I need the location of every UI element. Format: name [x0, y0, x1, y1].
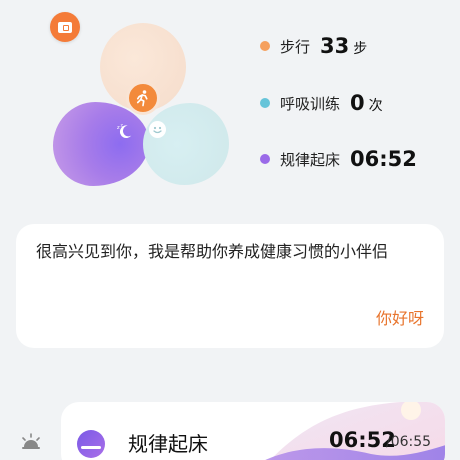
habit-petals-chart[interactable]: z z: [40, 15, 240, 195]
sleep-petal[interactable]: [53, 102, 149, 186]
greeting-reply-button[interactable]: 你好呀: [376, 305, 424, 329]
sunrise-icon: [77, 430, 105, 458]
habit-title: 规律起床: [128, 432, 208, 456]
stat-label: 规律起床: [280, 150, 341, 169]
stat-value: 06:52: [350, 147, 417, 171]
stat-wake[interactable]: 规律起床 06:52: [260, 147, 421, 171]
stat-value: 33: [320, 34, 350, 58]
smile-icon: [149, 121, 166, 138]
breath-dot: [260, 98, 270, 108]
running-icon: [126, 81, 160, 115]
stat-walk[interactable]: 步行 33 步: [260, 34, 367, 58]
greeting-card: 很高兴见到你，我是帮助你养成健康习惯的小伴侣 你好呀: [16, 224, 444, 348]
svg-text:z: z: [117, 125, 120, 131]
stat-label: 呼吸训练: [280, 94, 341, 113]
breath-petal[interactable]: [143, 103, 229, 185]
moon-sleep-icon: z z: [116, 122, 134, 140]
stat-value: 0: [350, 91, 365, 115]
alarm-icon[interactable]: [20, 432, 42, 452]
stat-unit: 次: [368, 98, 383, 114]
habit-target: /06:55: [386, 434, 432, 450]
greeting-message: 很高兴见到你，我是帮助你养成健康习惯的小伴侣: [36, 242, 389, 261]
walk-dot: [260, 41, 270, 51]
stat-unit: 步: [353, 41, 368, 57]
stat-label: 步行: [280, 37, 311, 56]
wake-habit-card[interactable]: 规律起床 06:52 /06:55: [61, 402, 445, 460]
wake-dot: [260, 154, 270, 164]
stat-breath[interactable]: 呼吸训练 0 次: [260, 91, 383, 115]
